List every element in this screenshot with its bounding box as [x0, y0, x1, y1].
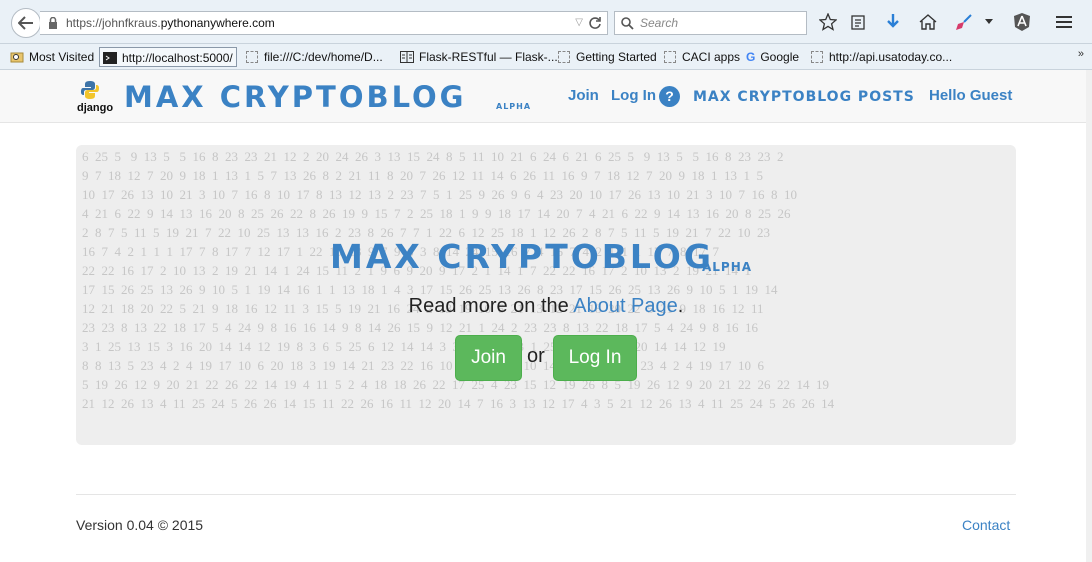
about-page-link[interactable]: About Page: [573, 295, 678, 317]
hero-title: MAX CRYPTOBLOG: [330, 237, 714, 276]
django-logo[interactable]: django: [76, 80, 114, 116]
page-icon: [664, 51, 676, 63]
bookmark-usatoday[interactable]: http://api.usatoday.co...: [811, 47, 952, 67]
hero-alpha-label: ALPHA: [702, 260, 753, 274]
join-button[interactable]: Join: [455, 335, 522, 381]
download-icon[interactable]: [883, 12, 903, 32]
version-text: Version 0.04 © 2015: [76, 517, 204, 533]
number-grid-row: 9 7 18 12 7 20 9 18 1 13 1 5 7 13 26 8 2…: [82, 168, 764, 183]
menu-icon[interactable]: [1054, 12, 1074, 32]
number-grid-row: 4 21 6 22 9 14 13 16 20 8 25 26 22 8 26 …: [82, 206, 791, 221]
number-grid-background: 6 25 5 9 13 5 5 16 8 23 23 21 12 2 20 24…: [82, 147, 1016, 413]
contact-link[interactable]: Contact: [962, 517, 1010, 533]
bookmarks-overflow-button[interactable]: »: [1078, 48, 1084, 60]
help-icon[interactable]: ?: [659, 86, 680, 107]
page-icon: [558, 51, 570, 63]
brand-alpha-label: ALPHA: [496, 102, 532, 111]
python-logo-icon: [81, 81, 99, 99]
number-grid-row: 23 23 8 13 22 18 17 5 4 24 9 8 16 16 14 …: [82, 320, 758, 335]
page-icon: [246, 51, 258, 63]
number-grid-row: 21 12 26 13 4 11 25 24 5 26 26 14 15 11 …: [82, 396, 835, 411]
extension-dropdown-icon[interactable]: [982, 12, 996, 32]
search-placeholder: Search: [640, 16, 679, 30]
nav-login-link[interactable]: Log In: [611, 87, 656, 104]
number-grid-row: 3 1 25 13 15 3 16 20 14 14 12 19 8 3 6 5…: [82, 339, 726, 354]
google-icon: G: [746, 50, 756, 64]
number-grid-row: 8 8 13 5 23 4 2 4 19 17 10 6 20 18 3 19 …: [82, 358, 765, 373]
folder-icon: [10, 52, 24, 63]
hero-jumbotron: 6 25 5 9 13 5 5 16 8 23 23 21 12 2 20 24…: [76, 145, 1016, 445]
bookmark-caci-apps[interactable]: CACI apps: [664, 47, 740, 67]
scrollbar[interactable]: [1086, 70, 1092, 562]
number-grid-row: 10 17 26 13 10 21 3 10 7 16 8 10 17 8 13…: [82, 187, 797, 202]
search-icon: [621, 17, 634, 30]
brand-title[interactable]: MAX CRYPTOBLOG: [124, 80, 466, 114]
home-icon[interactable]: [918, 12, 938, 32]
hero-tagline: Read more on the About Page.: [76, 295, 1016, 318]
bookmark-star-icon[interactable]: [818, 12, 838, 32]
terminal-icon: [103, 52, 117, 64]
bookmark-most-visited[interactable]: Most Visited: [10, 47, 94, 67]
back-arrow-icon: [18, 16, 33, 30]
reload-icon[interactable]: [588, 16, 602, 30]
site-navbar: django MAX CRYPTOBLOG ALPHA Join Log In …: [0, 70, 1092, 123]
tagline-period: .: [677, 295, 684, 317]
address-text: https://johnfkraus.pythonanywhere.com: [66, 16, 275, 30]
nav-greeting[interactable]: Hello Guest: [929, 87, 1012, 104]
footer-divider: [76, 494, 1016, 495]
bookmark-getting-started[interactable]: Getting Started: [558, 47, 657, 67]
number-grid-row: 5 19 26 12 9 20 21 22 26 22 14 19 4 11 5…: [82, 377, 830, 392]
browser-toolbar: https://johnfkraus.pythonanywhere.com ▽ …: [0, 0, 1092, 44]
web-page: django MAX CRYPTOBLOG ALPHA Join Log In …: [0, 70, 1092, 562]
search-input[interactable]: Search: [614, 11, 807, 35]
reading-list-icon[interactable]: [848, 12, 868, 32]
django-logo-text: django: [77, 102, 114, 114]
number-grid-row: 6 25 5 9 13 5 5 16 8 23 23 21 12 2 20 24…: [82, 149, 784, 164]
history-dropdown-icon[interactable]: ▽: [575, 12, 583, 34]
bookmarks-bar: Most Visited http://localhost:5000/ file…: [0, 44, 1092, 70]
bookmark-localhost[interactable]: http://localhost:5000/: [99, 47, 237, 67]
address-bar[interactable]: https://johnfkraus.pythonanywhere.com ▽: [40, 11, 608, 35]
login-button[interactable]: Log In: [553, 335, 637, 381]
tagline-text: Read more on the: [408, 295, 574, 317]
bookmark-file[interactable]: file:///C:/dev/home/D...: [246, 47, 383, 67]
or-text: or: [527, 345, 545, 367]
broom-extension-icon[interactable]: [954, 12, 974, 32]
bookmark-google[interactable]: G Google: [746, 47, 799, 67]
reader-icon: [400, 51, 414, 63]
nav-join-link[interactable]: Join: [568, 87, 599, 104]
angular-extension-icon[interactable]: [1012, 12, 1032, 32]
back-button[interactable]: [11, 8, 41, 38]
page-icon: [811, 51, 823, 63]
bookmark-flask-restful[interactable]: Flask-RESTful — Flask-...: [400, 47, 558, 67]
nav-posts-link[interactable]: MAX CRYPTOBLOG POSTS: [693, 89, 915, 105]
lock-icon: [49, 17, 57, 29]
